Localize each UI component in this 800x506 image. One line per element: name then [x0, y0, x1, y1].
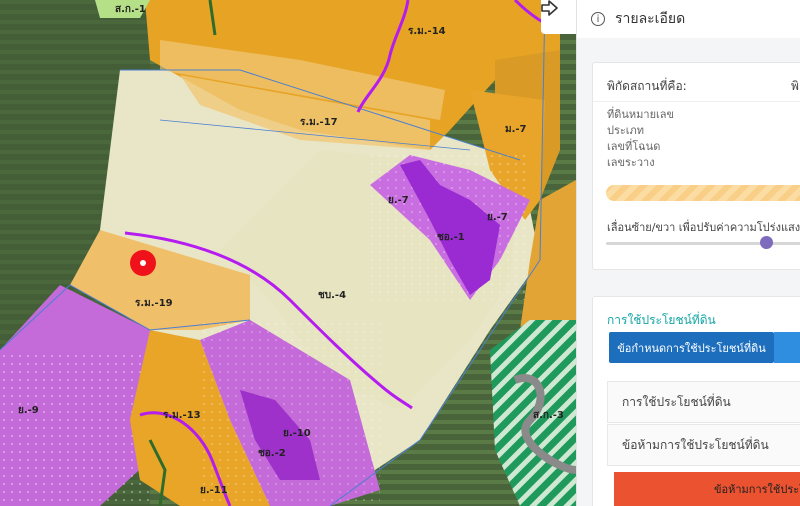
- zoning-map[interactable]: ส.ก.-1 ร.ม.-14 ร.ม.-17 ม.-7 ย.-7 ย.-7 ชอ…: [0, 0, 576, 506]
- coordinate-label: พิกัดสถานที่คือ:: [607, 79, 687, 93]
- panel-title: รายละเอียด: [615, 11, 686, 27]
- prohibition-button[interactable]: ข้อห้ามการใช้ประโยชน์: [614, 472, 800, 506]
- zone-label: ย.-11: [200, 485, 228, 496]
- info-icon: i: [591, 12, 605, 26]
- tab-landuse-rules[interactable]: ข้อกำหนดการใช้ประโยชน์ที่ดิน: [609, 332, 774, 363]
- opacity-label: เลื่อนซ้าย/ขวา เพื่อปรับค่าความโปร่งแสง: [607, 221, 800, 234]
- zone-label: ย.-7: [487, 212, 508, 223]
- zone-label: ย.-10: [283, 428, 311, 439]
- expand-panel-button[interactable]: [541, 0, 576, 34]
- location-card: พิกัดสถานที่คือ: พิ ที่ดินหมายเลข ประเภท…: [592, 62, 800, 270]
- divider: [593, 101, 800, 102]
- zone-label: ย.-7: [388, 195, 409, 206]
- landuse-row[interactable]: การใช้ประโยชน์ที่ดิน: [607, 381, 800, 423]
- landuse-prohibition-row[interactable]: ข้อห้ามการใช้ประโยชน์ที่ดิน: [607, 424, 800, 466]
- legend-bar: [606, 185, 800, 201]
- opacity-slider-thumb[interactable]: [760, 236, 774, 249]
- zone-label: ร.ม.-13: [163, 410, 201, 421]
- coordinate-value: พิ: [791, 79, 799, 93]
- zone-label: ส.ก.-3: [533, 410, 564, 421]
- details-panel: i รายละเอียด พิกัดสถานที่คือ: พิ ที่ดินห…: [576, 0, 800, 506]
- field-parcel-number: ที่ดินหมายเลข: [607, 108, 675, 121]
- zone-label: ย.-9: [18, 405, 39, 416]
- landuse-row-label: การใช้ประโยชน์ที่ดิน: [622, 394, 731, 409]
- field-type: ประเภท: [607, 124, 645, 137]
- field-sheet-number: เลขระวาง: [607, 156, 655, 169]
- location-marker-center: [140, 260, 146, 266]
- landuse-card: การใช้ประโยชน์ที่ดิน ข้อกำหนดการใช้ประโย…: [592, 296, 800, 506]
- zone-label: ร.ม.-14: [408, 26, 446, 37]
- map-view[interactable]: ส.ก.-1 ร.ม.-14 ร.ม.-17 ม.-7 ย.-7 ย.-7 ชอ…: [0, 0, 576, 506]
- tab-other[interactable]: [774, 332, 800, 363]
- zone-label: ร.ม.-17: [300, 117, 338, 128]
- zone-label: ส.ก.-1: [115, 4, 146, 15]
- zone-label: ชอ.-2: [258, 448, 286, 459]
- panel-header: i รายละเอียด: [577, 0, 800, 38]
- zone-label: ชอ.-1: [437, 232, 465, 243]
- zone-label: ม.-7: [505, 124, 527, 135]
- field-deed-number: เลขที่โฉนด: [607, 140, 661, 153]
- prohibition-row-label: ข้อห้ามการใช้ประโยชน์ที่ดิน: [622, 437, 769, 452]
- landuse-title: การใช้ประโยชน์ที่ดิน: [607, 313, 716, 327]
- zone-label: ร.ม.-19: [135, 298, 173, 309]
- arrow-right-icon: [541, 0, 558, 16]
- zone-label: ชบ.-4: [318, 290, 346, 301]
